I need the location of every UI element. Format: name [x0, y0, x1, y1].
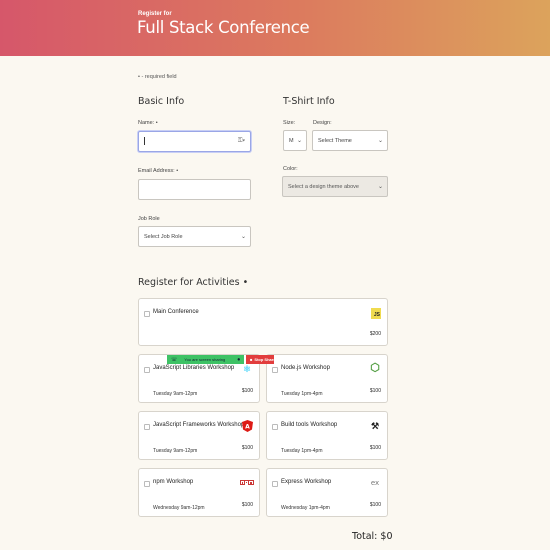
activity-checkbox[interactable]: [144, 367, 150, 373]
name-input[interactable]: ⚿▾: [138, 131, 251, 152]
tshirt-info-heading: T-Shirt Info: [283, 96, 335, 107]
activity-price: $100: [369, 502, 381, 508]
size-label: Size:: [283, 120, 296, 126]
activities-heading: Register for Activities •: [138, 277, 249, 288]
activity-card-build-tools[interactable]: Build tools Workshop ⚒ Tuesday 1pm-4pm $…: [266, 411, 388, 460]
total-cost: Total: $0: [352, 531, 393, 542]
activity-price: $100: [241, 502, 253, 508]
activity-checkbox[interactable]: [144, 481, 150, 487]
email-label: Email Address: •: [138, 168, 179, 174]
nodejs-icon: ⬡: [370, 361, 380, 374]
activity-price: $100: [369, 388, 381, 394]
screen-share-status[interactable]: ☏ You are screen sharing ⏺: [167, 355, 244, 364]
design-value: Select Theme: [318, 137, 352, 144]
activity-checkbox[interactable]: [144, 311, 150, 317]
stop-share-button[interactable]: ■ Stop Share: [246, 355, 276, 364]
header-subtitle: Register for: [138, 11, 172, 17]
basic-info-heading: Basic Info: [138, 96, 185, 107]
chevron-down-icon: ⌄: [377, 183, 383, 190]
color-value: Select a design theme above: [288, 183, 359, 190]
activity-card-main-conference[interactable]: Main Conference JS $200: [138, 298, 388, 346]
activity-card-express[interactable]: Express Workshop ex Wednesday 1pm-4pm $1…: [266, 468, 388, 517]
header-title: Full Stack Conference: [137, 18, 310, 37]
activity-checkbox[interactable]: [272, 367, 278, 373]
chevron-down-icon: ⌄: [377, 137, 383, 144]
express-icon: ex: [370, 479, 380, 487]
angular-icon: A: [241, 420, 253, 432]
react-icon: ⚛: [242, 363, 252, 374]
phone-icon: ☏: [171, 356, 178, 363]
job-role-value: Select Job Role: [144, 233, 183, 240]
email-field[interactable]: [138, 179, 251, 200]
activity-time: Wednesday 9am-12pm: [153, 505, 205, 511]
activity-name: JavaScript Frameworks Workshop: [153, 422, 245, 428]
activity-time: Tuesday 9am-12pm: [153, 448, 198, 454]
svg-text:A: A: [245, 424, 250, 431]
size-select[interactable]: M ⌄: [283, 130, 307, 151]
activity-time: Wednesday 1pm-4pm: [281, 505, 330, 511]
color-label: Color:: [283, 166, 298, 172]
job-role-label: Job Role: [138, 216, 160, 222]
stop-share-label: Stop Share: [254, 357, 276, 362]
activity-card-js-frameworks[interactable]: JavaScript Frameworks Workshop A Tuesday…: [138, 411, 260, 460]
page-header: Register for Full Stack Conference: [0, 0, 550, 56]
activity-price: $200: [369, 331, 381, 337]
activity-checkbox[interactable]: [272, 481, 278, 487]
activity-time: Tuesday 1pm-4pm: [281, 448, 323, 454]
js-icon: JS: [371, 308, 381, 319]
design-label: Design:: [313, 120, 332, 126]
activity-name: JavaScript Libraries Workshop: [153, 365, 235, 371]
activity-time: Tuesday 1pm-4pm: [281, 391, 323, 397]
activity-card-npm[interactable]: npm Workshop Wednesday 9am-12pm $100: [138, 468, 260, 517]
chevron-down-icon: ⌄: [240, 233, 246, 240]
activity-name: Express Workshop: [281, 479, 332, 485]
activity-name: Main Conference: [153, 309, 199, 315]
microphone-icon: ⏺: [237, 356, 240, 363]
activity-checkbox[interactable]: [144, 424, 150, 430]
tools-icon: ⚒: [370, 420, 380, 431]
job-role-select[interactable]: Select Job Role ⌄: [138, 226, 251, 247]
name-label: Name: •: [138, 120, 158, 126]
text-caret: [144, 137, 145, 145]
required-field-note: • - required field: [138, 74, 177, 80]
activity-name: npm Workshop: [153, 479, 194, 485]
npm-icon: [240, 477, 254, 489]
activity-price: $100: [241, 445, 253, 451]
activity-name: Node.js Workshop: [281, 365, 330, 371]
screen-share-bar: ☏ You are screen sharing ⏺ ■ Stop Share: [167, 355, 276, 364]
screen-share-status-text: You are screen sharing: [184, 357, 226, 362]
autofill-key-icon[interactable]: ⚿▾: [238, 138, 245, 145]
activity-price: $100: [241, 388, 253, 394]
activity-card-nodejs[interactable]: Node.js Workshop ⬡ Tuesday 1pm-4pm $100: [266, 354, 388, 403]
stop-icon: ■: [250, 357, 253, 362]
activity-name: Build tools Workshop: [281, 422, 338, 428]
activity-price: $100: [369, 445, 381, 451]
size-value: M: [289, 137, 294, 144]
color-select[interactable]: Select a design theme above ⌄: [282, 176, 388, 197]
activity-checkbox[interactable]: [272, 424, 278, 430]
activity-time: Tuesday 9am-12pm: [153, 391, 198, 397]
chevron-down-icon: ⌄: [296, 137, 302, 144]
design-select[interactable]: Select Theme ⌄: [312, 130, 388, 151]
